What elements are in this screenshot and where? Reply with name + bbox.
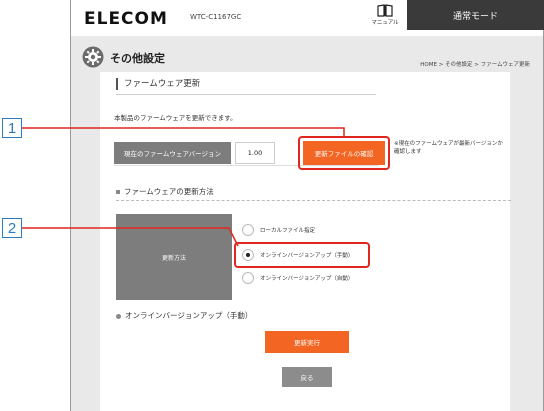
callout-lines (22, 127, 345, 247)
callout-2: 2 (2, 218, 22, 238)
callout-1: 1 (2, 118, 22, 138)
